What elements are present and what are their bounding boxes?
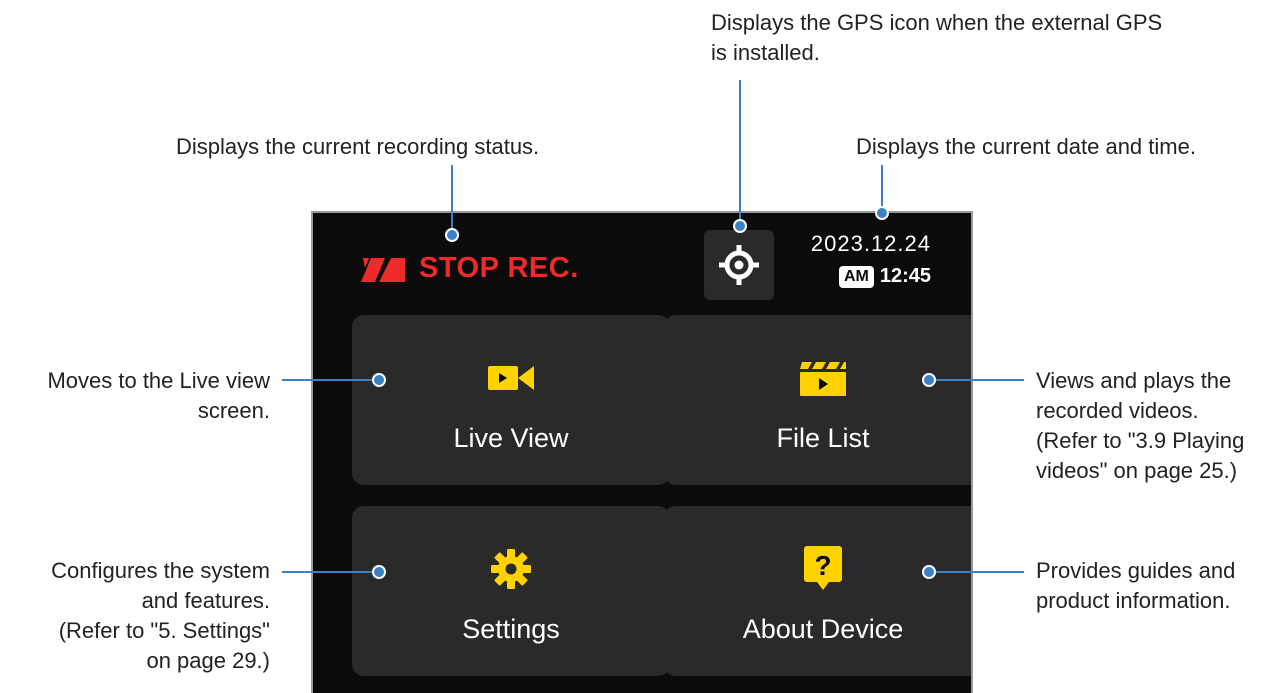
callout-live-view: Moves to the Live view screen. [47,366,270,426]
time-row: AM 12:45 [811,265,931,288]
callout-settings-line-1: Configures the system [51,558,270,583]
callout-live-view-line-1: Moves to the Live view [47,368,270,393]
callout-file-list-line-2: recorded videos. [1036,398,1199,423]
file-list-label: File List [776,423,870,453]
leader-gps [733,80,747,233]
question-bubble-icon: ? [804,546,842,592]
callout-about-line-1: Provides guides and [1036,558,1236,583]
callout-file-list: Views and plays the recorded videos. (Re… [1036,366,1244,486]
settings-label: Settings [462,614,560,644]
time-text: 12:45 [879,265,931,287]
callout-file-list-line-4: videos" on page 25.) [1036,458,1238,483]
recording-status[interactable]: STOP REC. [361,243,579,293]
clapperboard-icon [800,355,846,401]
callout-settings: Configures the system and features. (Ref… [51,556,270,676]
callout-rec-status-line-1: Displays the current recording status. [176,134,540,159]
settings-button[interactable]: Settings [352,506,670,676]
date-text: 2023.12.24 [810,231,931,256]
datetime-display: 2023.12.24 AM 12:45 [811,231,931,288]
gear-icon [490,546,532,592]
callout-about-line-2: product information. [1036,588,1231,613]
recording-status-label: STOP REC. [419,251,579,284]
svg-text:?: ? [814,550,831,581]
callout-settings-line-4: on page 29.) [146,648,270,673]
callout-live-view-line-2: screen. [197,398,270,423]
callout-datetime: Displays the current date and time. [856,132,1196,162]
file-list-button[interactable]: File List [664,315,971,485]
live-view-label: Live View [453,423,569,453]
callout-gps-line-2: is installed. [711,40,820,65]
callout-rec-status: Displays the current recording status. [176,132,539,162]
gps-target-icon [719,245,759,285]
ampm-badge: AM [838,265,874,288]
callout-file-list-line-3: (Refer to "3.9 Playing [1036,428,1245,453]
callout-file-list-line-1: Views and plays the [1036,368,1232,393]
callout-settings-line-3: (Refer to "5. Settings" [58,618,270,643]
about-device-label: About Device [742,614,904,644]
about-device-button[interactable]: ? About Device [664,506,971,676]
device-screen: STOP REC. 2023.12.24 AM 12:45 Live View [311,211,973,693]
live-view-button[interactable]: Live View [352,315,670,485]
callout-settings-line-2: and features. [141,588,270,613]
callout-gps-line-1: Displays the GPS icon when the external … [711,10,1163,35]
video-camera-icon [488,355,534,401]
gps-indicator [704,230,774,300]
callout-about: Provides guides and product information. [1036,556,1235,616]
stop-rec-icon [361,258,405,282]
callout-gps: Displays the GPS icon when the external … [711,8,1162,68]
callout-datetime-line-1: Displays the current date and time. [856,134,1196,159]
